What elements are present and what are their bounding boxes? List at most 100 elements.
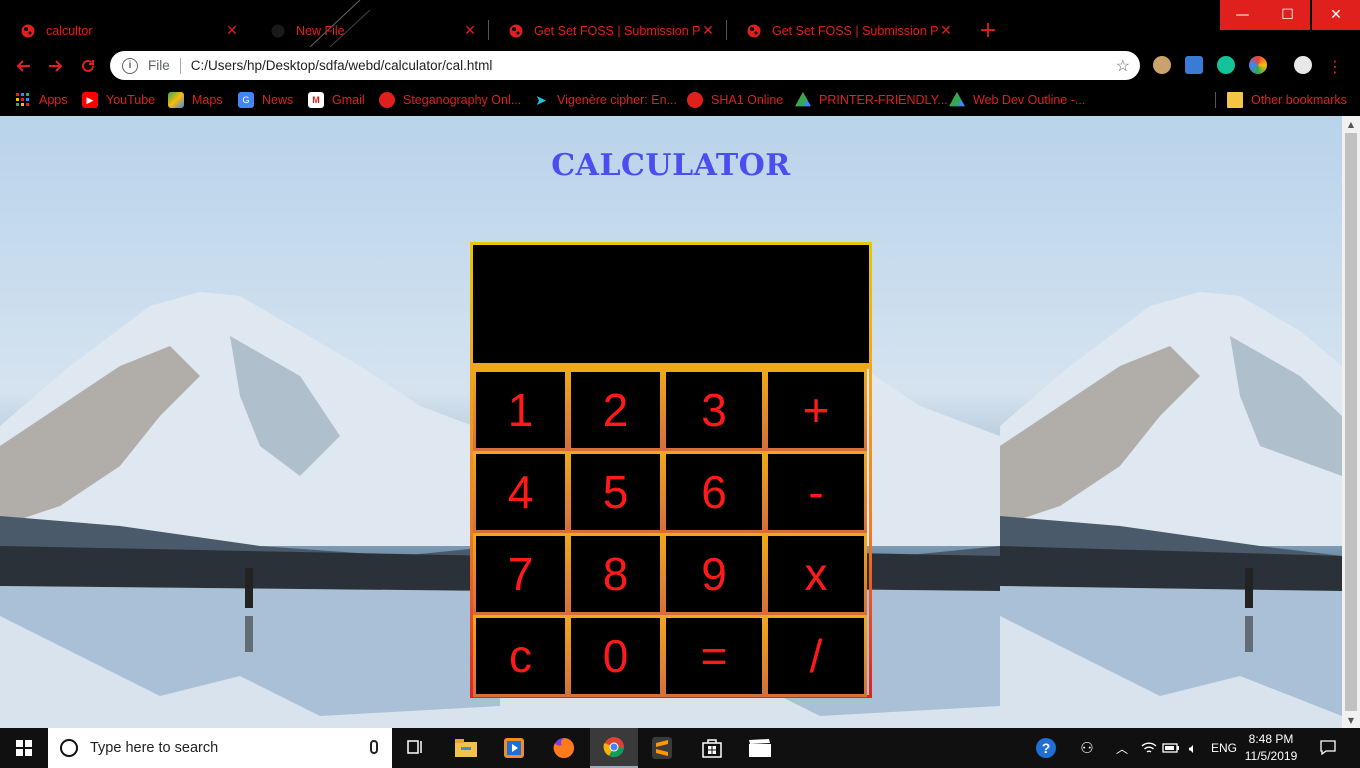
language-indicator[interactable]: ENG bbox=[1208, 728, 1240, 768]
key-0[interactable]: 0 bbox=[568, 615, 663, 697]
tab-close-icon[interactable]: ✕ bbox=[224, 22, 240, 39]
reload-button[interactable] bbox=[75, 53, 101, 79]
volume-icon[interactable]: 🔈︎ bbox=[1182, 728, 1204, 768]
file-explorer-icon[interactable] bbox=[442, 728, 490, 768]
bookmark-other[interactable]: Other bookmarks bbox=[1227, 89, 1347, 111]
bookmark-youtube[interactable]: ▶ YouTube bbox=[82, 89, 155, 111]
key-multiply[interactable]: x bbox=[765, 533, 867, 615]
bookmark-label: Other bookmarks bbox=[1251, 93, 1347, 107]
help-icon[interactable]: ? bbox=[1033, 728, 1059, 768]
bookmark-label: News bbox=[262, 93, 294, 107]
microphone-icon[interactable] bbox=[370, 740, 378, 754]
youtube-icon: ▶ bbox=[82, 92, 98, 108]
notifications-icon[interactable] bbox=[1314, 728, 1342, 768]
bookmark-apps[interactable]: Apps bbox=[15, 89, 68, 111]
bookmark-label: YouTube bbox=[106, 93, 156, 107]
cookie-extension-icon[interactable] bbox=[1153, 56, 1171, 74]
start-button[interactable] bbox=[0, 728, 48, 768]
gmail-icon: M bbox=[308, 92, 324, 108]
tab-get-set-foss-2[interactable]: Get Set FOSS | Submission Portal ✕ bbox=[726, 14, 964, 47]
key-plus[interactable]: + bbox=[765, 369, 867, 451]
globe-icon bbox=[746, 23, 762, 39]
bookmark-label: Apps bbox=[39, 93, 68, 107]
tab-calcultor[interactable]: calcultor ✕ bbox=[0, 14, 250, 47]
key-minus[interactable]: - bbox=[765, 451, 867, 533]
info-icon[interactable]: i bbox=[122, 57, 138, 74]
firefox-icon[interactable] bbox=[540, 728, 588, 768]
key-9[interactable]: 9 bbox=[663, 533, 765, 615]
bookmark-gmail[interactable]: M Gmail bbox=[308, 89, 365, 111]
key-clear[interactable]: c bbox=[473, 615, 568, 697]
globe-icon bbox=[508, 23, 524, 39]
scroll-up-arrow-icon[interactable]: ▲ bbox=[1342, 116, 1360, 132]
profile-avatar-icon[interactable] bbox=[1294, 56, 1312, 74]
bookmark-maps[interactable]: Maps bbox=[168, 89, 223, 111]
background-image bbox=[0, 116, 500, 728]
maximize-button[interactable]: ☐ bbox=[1265, 0, 1310, 30]
github-icon bbox=[270, 23, 286, 39]
video-editor-icon[interactable] bbox=[736, 728, 784, 768]
scroll-thumb[interactable] bbox=[1345, 133, 1357, 711]
key-divide[interactable]: / bbox=[765, 615, 867, 697]
globe-icon bbox=[20, 23, 36, 39]
search-placeholder: Type here to search bbox=[90, 740, 219, 756]
people-icon[interactable]: ⚇ bbox=[1075, 728, 1099, 768]
notes-extension-icon[interactable] bbox=[1185, 56, 1203, 74]
close-window-button[interactable]: ✕ bbox=[1312, 0, 1360, 30]
reload-icon bbox=[82, 59, 94, 72]
bookmarks-separator bbox=[1215, 92, 1216, 108]
apps-grid-icon bbox=[15, 92, 31, 108]
grammarly-extension-icon[interactable] bbox=[1217, 56, 1235, 74]
key-1[interactable]: 1 bbox=[473, 369, 568, 451]
tab-get-set-foss-1[interactable]: Get Set FOSS | Submission Portal ✕ bbox=[488, 14, 726, 47]
menu-button[interactable]: ⋮ bbox=[1322, 53, 1348, 79]
forward-button[interactable] bbox=[43, 53, 69, 79]
scheme-label: File bbox=[148, 58, 170, 73]
tab-close-icon[interactable]: ✕ bbox=[700, 22, 716, 39]
key-6[interactable]: 6 bbox=[663, 451, 765, 533]
maps-icon bbox=[168, 92, 184, 108]
key-4[interactable]: 4 bbox=[473, 451, 568, 533]
key-3[interactable]: 3 bbox=[663, 369, 765, 451]
media-player-icon[interactable] bbox=[490, 728, 538, 768]
bookmark-news[interactable]: G News bbox=[238, 89, 293, 111]
bookmark-label: Gmail bbox=[332, 93, 365, 107]
drive-icon bbox=[949, 92, 965, 107]
key-7[interactable]: 7 bbox=[473, 533, 568, 615]
store-icon[interactable] bbox=[688, 728, 736, 768]
tab-close-icon[interactable]: ✕ bbox=[938, 22, 954, 39]
cortana-icon bbox=[60, 739, 78, 757]
bookmark-vigenere[interactable]: ➤ Vigenère cipher: En... bbox=[533, 89, 677, 111]
task-view-icon[interactable] bbox=[392, 728, 440, 768]
key-8[interactable]: 8 bbox=[568, 533, 663, 615]
show-hidden-icons-icon[interactable]: ︿ bbox=[1112, 728, 1132, 768]
bookmark-printer-friendly[interactable]: PRINTER-FRIENDLY... bbox=[795, 89, 948, 111]
url-text[interactable]: C:/Users/hp/Desktop/sdfa/webd/calculator… bbox=[191, 58, 1116, 73]
tab-close-icon[interactable]: ✕ bbox=[462, 22, 478, 39]
clock-time: 8:48 PM bbox=[1248, 732, 1294, 746]
key-5[interactable]: 5 bbox=[568, 451, 663, 533]
battery-icon[interactable] bbox=[1160, 728, 1182, 768]
page-content: CALCULATOR 1 2 3 + 4 5 6 - 7 8 9 x c 0 =… bbox=[0, 116, 1342, 728]
key-2[interactable]: 2 bbox=[568, 369, 663, 451]
back-button[interactable] bbox=[10, 53, 36, 79]
wifi-icon[interactable] bbox=[1138, 728, 1160, 768]
bookmark-web-dev-outline[interactable]: Web Dev Outline -... bbox=[949, 89, 1085, 111]
system-clock[interactable]: 8:48 PM 11/5/2019 bbox=[1240, 731, 1302, 765]
key-equals[interactable]: = bbox=[663, 615, 765, 697]
vertical-scrollbar[interactable]: ▲ ▼ bbox=[1342, 116, 1360, 728]
color-picker-extension-icon[interactable] bbox=[1249, 56, 1267, 74]
minimize-button[interactable]: — bbox=[1220, 0, 1265, 30]
bookmark-sha1[interactable]: SHA1 Online bbox=[687, 89, 783, 111]
address-bar[interactable]: i File C:/Users/hp/Desktop/sdfa/webd/cal… bbox=[110, 51, 1140, 80]
bookmark-star-icon[interactable]: ☆ bbox=[1116, 56, 1130, 76]
tab-new-file[interactable]: New File ✕ bbox=[250, 14, 488, 47]
bookmark-steganography[interactable]: Steganography Onl... bbox=[379, 89, 521, 111]
clock-date: 11/5/2019 bbox=[1244, 749, 1298, 763]
taskbar-search-box[interactable]: Type here to search bbox=[48, 728, 392, 768]
sublime-text-icon[interactable] bbox=[638, 728, 686, 768]
arrow-icon: ➤ bbox=[535, 91, 547, 108]
scroll-down-arrow-icon[interactable]: ▼ bbox=[1342, 712, 1360, 728]
chrome-icon[interactable] bbox=[590, 728, 638, 768]
new-tab-button[interactable]: + bbox=[975, 17, 1001, 43]
